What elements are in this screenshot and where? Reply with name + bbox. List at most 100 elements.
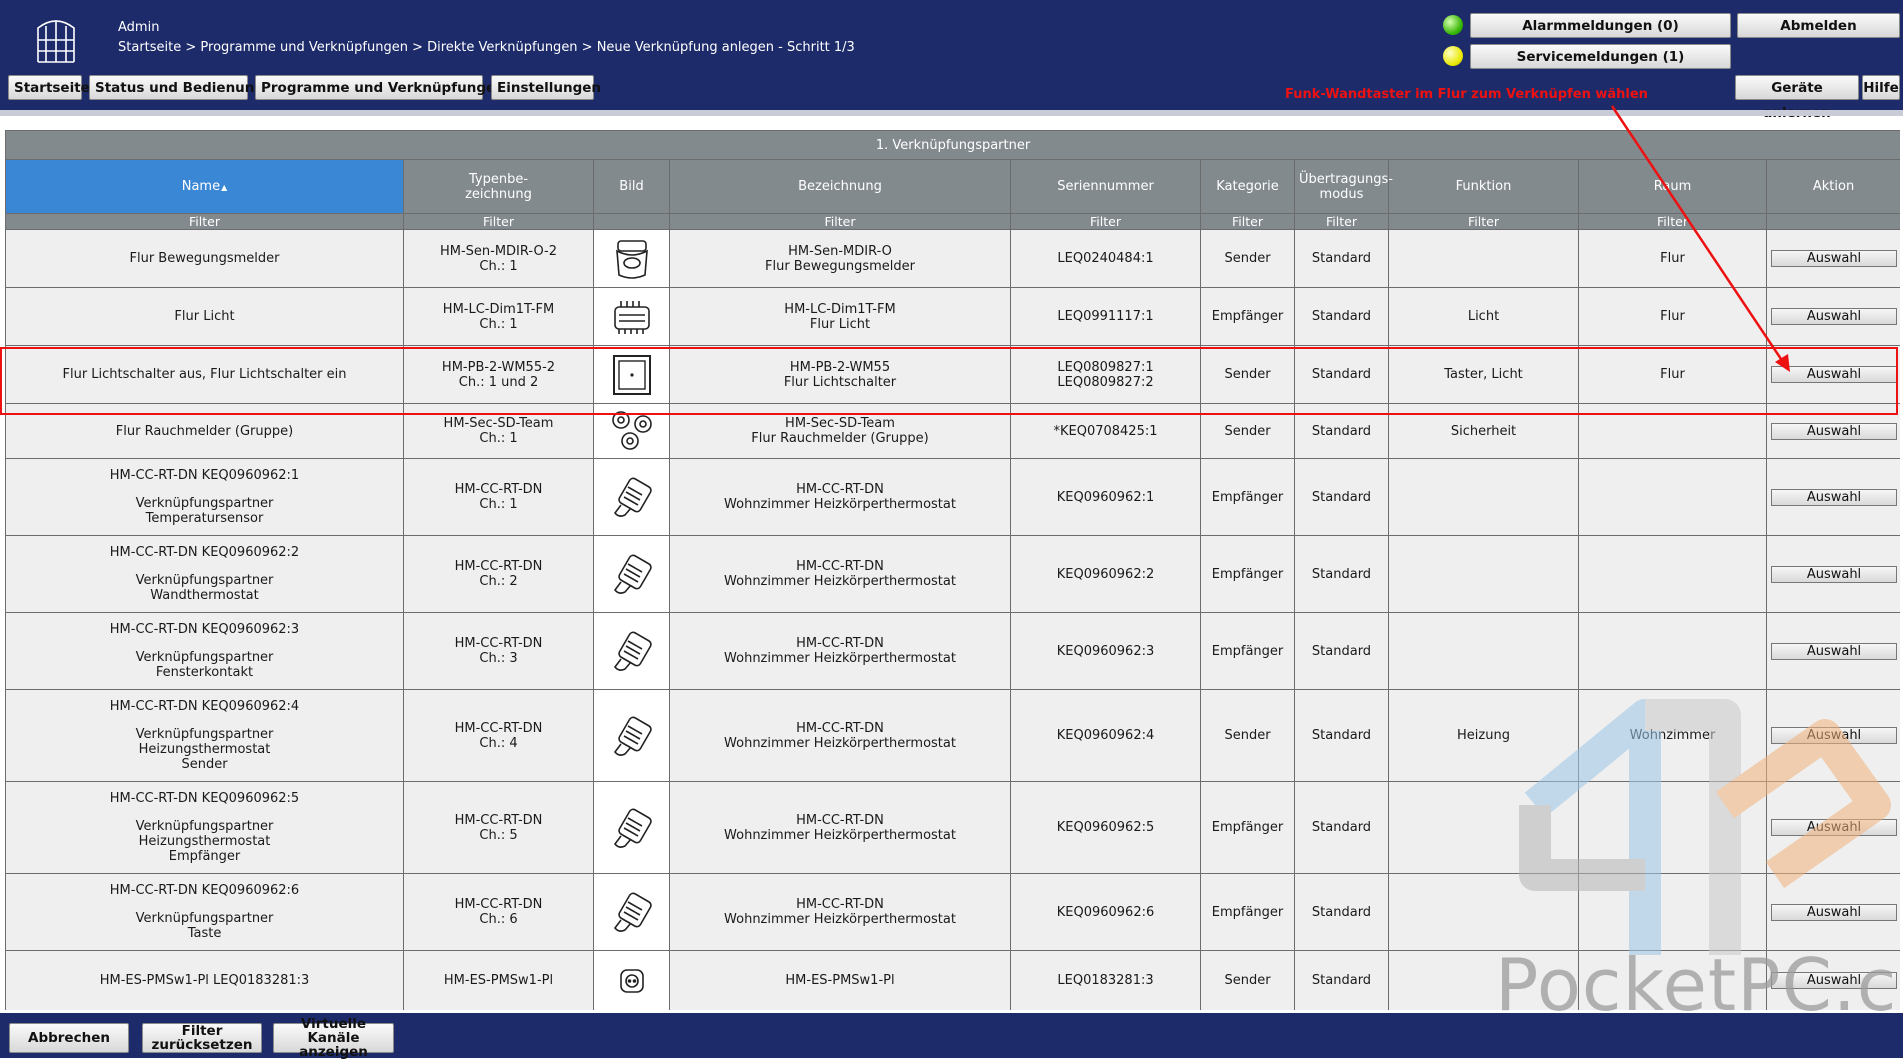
select-button[interactable]: Auswahl xyxy=(1771,565,1897,583)
nav-status-button[interactable]: Status und Bedienung xyxy=(89,75,264,100)
cancel-button[interactable]: Abbrechen xyxy=(9,1023,129,1053)
select-button[interactable]: Auswahl xyxy=(1771,819,1897,836)
description-line: HM-ES-PMSw1-Pl xyxy=(785,973,895,988)
filter-function[interactable]: Filter xyxy=(1388,213,1579,230)
cell-description: HM-CC-RT-DN Wohnzimmer Heizkörperthermost… xyxy=(669,612,1011,690)
type-line: HM-CC-RT-DN xyxy=(454,812,543,828)
serial-line: KEQ0960962:1 xyxy=(1056,489,1155,505)
help-button[interactable]: Hilfe xyxy=(1862,75,1900,100)
name-line xyxy=(10,560,399,573)
thermostat-icon xyxy=(594,552,669,596)
serial-line: KEQ0960962:4 xyxy=(1056,728,1155,743)
filter-serial[interactable]: Filter xyxy=(1010,213,1201,230)
column-header-category[interactable]: Kategorie xyxy=(1200,159,1295,214)
filter-mode[interactable]: Filter xyxy=(1294,213,1389,230)
name-line: HM-CC-RT-DN KEQ0960962:3 xyxy=(109,622,300,637)
column-header-function[interactable]: Funktion xyxy=(1388,159,1579,214)
select-button[interactable]: Auswahl xyxy=(1771,972,1897,989)
filter-name[interactable]: Filter xyxy=(5,213,404,230)
header-bar: Admin Startseite > Programme und Verknüp… xyxy=(0,0,1903,121)
cell-image xyxy=(593,287,670,346)
description-line: HM-CC-RT-DN xyxy=(796,720,884,736)
serial-line: KEQ0960962:5 xyxy=(1056,820,1155,835)
nav-startseite-button[interactable]: Startseite xyxy=(8,75,90,100)
column-header-serial[interactable]: Seriennummer xyxy=(1010,159,1201,214)
column-header-name[interactable]: Name▲ xyxy=(5,159,404,214)
filter-type[interactable]: Filter xyxy=(403,213,594,230)
name-line xyxy=(10,483,399,496)
alarm-messages-button[interactable]: Alarmmeldungen (0) xyxy=(1470,13,1731,38)
description-line: HM-CC-RT-DN xyxy=(796,897,884,912)
service-messages-button[interactable]: Servicemeldungen (1) xyxy=(1470,44,1731,69)
cell-serial: LEQ0183281:3 xyxy=(1010,950,1201,1010)
select-button[interactable]: Auswahl xyxy=(1771,727,1897,744)
name-line: Verknüpfungspartner xyxy=(135,650,274,665)
name-line: Flur Bewegungsmelder xyxy=(129,251,280,266)
column-header-desc[interactable]: Bezeichnung xyxy=(669,159,1011,214)
column-header-mode[interactable]: Übertragungs- modus xyxy=(1294,159,1393,214)
cell-room xyxy=(1578,458,1767,536)
nav-einstellungen-button[interactable]: Einstellungen xyxy=(491,75,601,100)
column-header-action[interactable]: Aktion xyxy=(1765,159,1900,214)
serial-line: KEQ0960962:2 xyxy=(1056,566,1155,582)
cell-function xyxy=(1388,458,1579,536)
cell-action: Auswahl xyxy=(1765,345,1900,404)
cell-room: Flur xyxy=(1578,229,1767,288)
filter-desc[interactable]: Filter xyxy=(669,213,1011,230)
description-line: HM-CC-RT-DN xyxy=(796,636,884,651)
description-line: Wohnzimmer Heizkörperthermostat xyxy=(724,574,956,589)
cell-category: Empfänger xyxy=(1200,612,1295,690)
type-line: Ch.: 1 und 2 xyxy=(458,374,539,390)
column-header-image[interactable]: Bild xyxy=(593,159,670,214)
link-partner-table-container[interactable]: 1. Verknüpfungspartner Name▲ Typenbe- zei… xyxy=(5,130,1900,1010)
select-button[interactable]: Auswahl xyxy=(1771,422,1897,440)
cell-name: HM-CC-RT-DN KEQ0960962:6 Verknüpfungspar… xyxy=(5,873,404,951)
cell-name: Flur Rauchmelder (Gruppe) xyxy=(5,403,404,459)
cell-function xyxy=(1388,781,1579,874)
name-line: Taste xyxy=(187,926,222,941)
type-line: Ch.: 1 xyxy=(479,431,518,446)
select-button[interactable]: Auswahl xyxy=(1771,903,1897,921)
cell-category: Empfänger xyxy=(1200,458,1295,536)
select-button[interactable]: Auswahl xyxy=(1771,308,1897,325)
cell-image xyxy=(593,689,670,782)
cell-mode: Standard xyxy=(1294,403,1389,459)
select-button[interactable]: Auswahl xyxy=(1771,250,1897,267)
type-line: Ch.: 4 xyxy=(479,735,518,751)
cell-type: HM-Sec-SD-Team Ch.: 1 xyxy=(403,403,594,459)
description-line: HM-CC-RT-DN xyxy=(796,482,884,497)
cell-room: Flur xyxy=(1578,345,1767,404)
reset-filter-button[interactable]: Filter zurücksetzen xyxy=(142,1023,262,1053)
cell-action: Auswahl xyxy=(1765,612,1900,690)
motion-sensor-icon xyxy=(594,237,669,281)
cell-action: Auswahl xyxy=(1765,689,1900,782)
select-button[interactable]: Auswahl xyxy=(1771,642,1897,660)
filter-category[interactable]: Filter xyxy=(1200,213,1295,230)
filter-room[interactable]: Filter xyxy=(1578,213,1767,230)
table-row: Flur Rauchmelder (Gruppe) HM-Sec-SD-Team C… xyxy=(5,403,1900,459)
cell-image xyxy=(593,229,670,288)
cell-image xyxy=(593,873,670,951)
select-button[interactable]: Auswahl xyxy=(1771,366,1897,383)
type-line: HM-PB-2-WM55-2 xyxy=(441,359,556,375)
teach-devices-button[interactable]: Geräte anlernen xyxy=(1735,75,1859,121)
column-header-type[interactable]: Typenbe- zeichnung xyxy=(403,159,594,214)
cell-function xyxy=(1388,229,1579,288)
logout-button[interactable]: Abmelden xyxy=(1737,13,1900,38)
name-line xyxy=(10,898,399,911)
name-line: Verknüpfungspartner xyxy=(135,819,274,834)
column-header-room[interactable]: Raum xyxy=(1578,159,1767,214)
nav-programme-button[interactable]: Programme und Verknüpfungen xyxy=(255,75,505,100)
show-virtual-channels-button[interactable]: Virtuelle Kanäle anzeigen xyxy=(273,1017,394,1059)
cell-name: HM-CC-RT-DN KEQ0960962:4 Verknüpfungspar… xyxy=(5,689,404,782)
select-button[interactable]: Auswahl xyxy=(1771,488,1897,506)
cell-category: Empfänger xyxy=(1200,287,1295,346)
cell-action: Auswahl xyxy=(1765,287,1900,346)
cell-description: HM-CC-RT-DN Wohnzimmer Heizkörperthermost… xyxy=(669,458,1011,536)
cell-action: Auswahl xyxy=(1765,873,1900,951)
cell-category: Sender xyxy=(1200,403,1295,459)
sort-ascending-icon: ▲ xyxy=(221,182,228,192)
cell-type: HM-CC-RT-DN Ch.: 5 xyxy=(403,781,594,874)
cell-function: Sicherheit xyxy=(1388,403,1579,459)
cell-description: HM-LC-Dim1T-FM Flur Licht xyxy=(669,287,1011,346)
